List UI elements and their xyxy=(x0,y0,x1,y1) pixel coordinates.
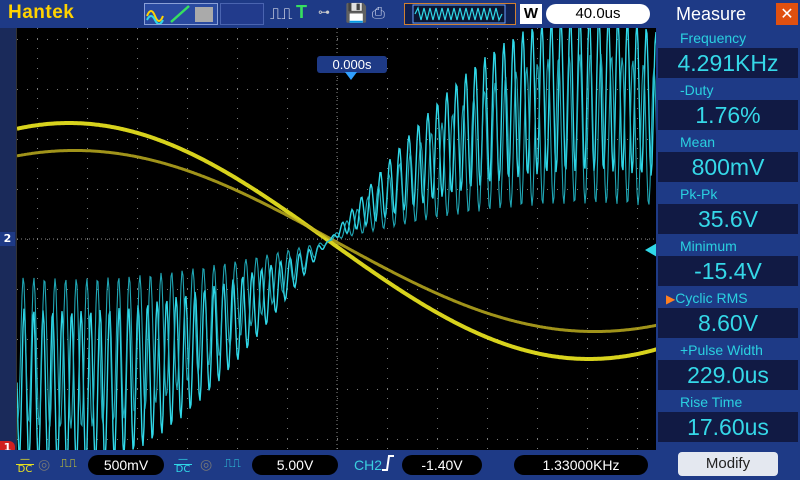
top-status-bar: Hantek ⎍⎍ T ⊶ 💾 ⎙ W 40.0us xyxy=(0,0,656,28)
trigger-t-icon[interactable]: T xyxy=(296,2,307,23)
measure-item[interactable]: Pk-Pk 35.6V xyxy=(658,184,798,234)
brand-logo: Hantek xyxy=(8,2,75,23)
measure-value: 229.0us xyxy=(658,360,798,390)
measure-item-selected[interactable]: ▶Cyclic RMS 8.60V xyxy=(658,288,798,338)
measure-item[interactable]: Rise Time 17.60us xyxy=(658,392,798,442)
measure-item[interactable]: +Pulse Width 229.0us xyxy=(658,340,798,390)
trigger-position-arrow-icon xyxy=(345,72,357,80)
ch2-invert-icon[interactable]: ◎ xyxy=(200,457,212,473)
ch2-bandwidth-icon[interactable]: ⎍⎍ xyxy=(224,456,241,471)
close-icon[interactable]: ✕ xyxy=(776,3,798,25)
status-indicator xyxy=(220,3,264,25)
display-mode-button[interactable] xyxy=(144,3,218,25)
memory-position-indicator[interactable] xyxy=(404,3,516,25)
measure-value: 17.60us xyxy=(658,412,798,442)
measure-label: +Pulse Width xyxy=(680,342,763,358)
trigger-frequency: 1.33000KHz xyxy=(514,455,648,475)
trigger-level[interactable]: -1.40V xyxy=(402,455,482,475)
trigger-mode-icon[interactable]: ⎍⎍ xyxy=(270,4,292,24)
waveform-display[interactable]: 0.000s xyxy=(16,28,656,450)
measure-label: Pk-Pk xyxy=(680,186,718,202)
ch1-invert-icon[interactable]: ◎ xyxy=(38,457,50,473)
modify-button[interactable]: Modify xyxy=(678,452,778,476)
trigger-position-label[interactable]: 0.000s xyxy=(317,56,387,73)
selection-arrow-icon: ▶ xyxy=(666,292,676,306)
measure-value: -15.4V xyxy=(658,256,798,286)
ch2-coupling-icon[interactable]: — DC xyxy=(174,455,192,475)
bottom-status-bar: — DC ◎ ⎍⎍ 500mV — DC ◎ ⎍⎍ 5.00V CH2 -1.40V… xyxy=(0,450,656,480)
measure-label: Rise Time xyxy=(680,394,743,410)
ch2-scale[interactable]: 5.00V xyxy=(252,455,338,475)
measure-item[interactable]: Minimum -15.4V xyxy=(658,236,798,286)
rising-edge-icon[interactable] xyxy=(381,454,395,476)
ch2-trigger-level-marker xyxy=(645,243,656,257)
ch1-scale[interactable]: 500mV xyxy=(88,455,164,475)
print-icon[interactable]: ⎙ xyxy=(372,3,385,23)
measure-label: -Duty xyxy=(680,82,714,98)
ch1-coupling-icon[interactable]: — DC xyxy=(16,455,34,475)
window-badge[interactable]: W xyxy=(520,4,542,24)
waveform-canvas xyxy=(17,28,656,450)
measure-value: 8.60V xyxy=(658,308,798,338)
measure-value: 800mV xyxy=(658,152,798,182)
measure-value: 1.76% xyxy=(658,100,798,130)
measure-item[interactable]: -Duty 1.76% xyxy=(658,80,798,130)
measure-label: Cyclic RMS xyxy=(675,290,748,306)
measure-value: 35.6V xyxy=(658,204,798,234)
usb-icon: ⊶ xyxy=(318,5,330,19)
ch1-bandwidth-icon[interactable]: ⎍⎍ xyxy=(60,456,77,471)
measure-item[interactable]: Frequency 4.291KHz xyxy=(658,28,798,78)
timebase-value[interactable]: 40.0us xyxy=(546,4,650,24)
measure-label: Frequency xyxy=(680,30,747,46)
measure-panel: Measure ✕ Frequency 4.291KHz -Duty 1.76%… xyxy=(656,0,800,480)
measure-item[interactable]: Mean 800mV xyxy=(658,132,798,182)
trigger-source[interactable]: CH2 xyxy=(354,457,382,473)
save-icon[interactable]: 💾 xyxy=(345,3,367,24)
measure-label: Mean xyxy=(680,134,716,150)
ch2-ground-marker[interactable]: 2 xyxy=(0,232,15,246)
measure-label: Minimum xyxy=(680,238,737,254)
measure-value: 4.291KHz xyxy=(658,48,798,78)
